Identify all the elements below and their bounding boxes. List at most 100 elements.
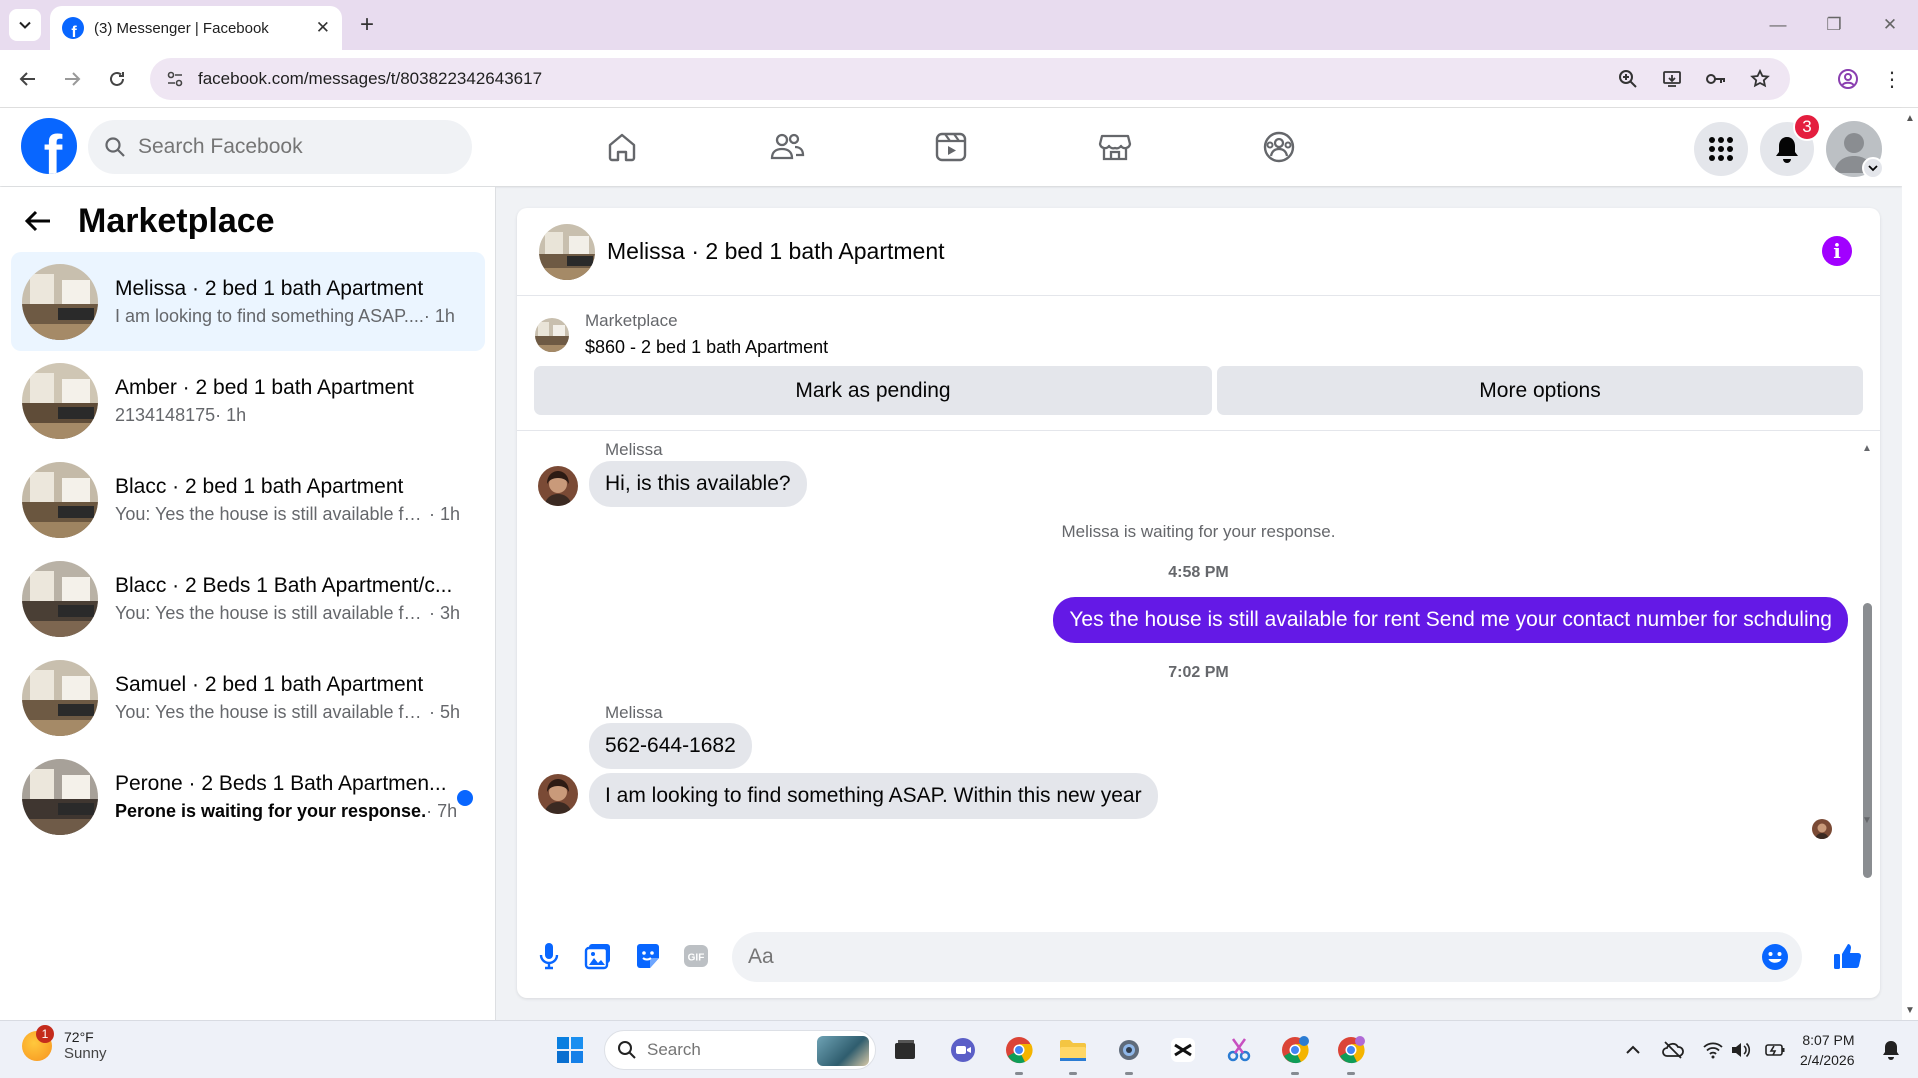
- incoming-message[interactable]: I am looking to find something ASAP. Wit…: [589, 773, 1158, 819]
- chrome-icon[interactable]: [1002, 1033, 1036, 1067]
- message-timestamp: 7:02 PM: [1168, 664, 1229, 681]
- site-info-icon[interactable]: [164, 68, 186, 90]
- new-tab-button[interactable]: +: [352, 10, 382, 40]
- conversation-thumbnail: [22, 461, 98, 538]
- windows-taskbar: 1 72°F Sunny Search 8:07 PM 2/4/2026: [0, 1020, 1918, 1078]
- conversation-item[interactable]: Blacc · 2 Beds 1 Bath Apartment/c... You:…: [11, 549, 485, 648]
- clock-time: 8:07 PM: [1802, 1032, 1855, 1048]
- browser-menu-icon[interactable]: ⋮: [1876, 63, 1908, 95]
- emoji-icon[interactable]: [1760, 942, 1790, 972]
- back-arrow-icon[interactable]: [24, 201, 64, 241]
- incoming-message[interactable]: 562-644-1682: [589, 723, 752, 769]
- listing-category: Marketplace: [585, 311, 678, 330]
- mark-as-pending-button[interactable]: Mark as pending: [534, 366, 1212, 415]
- page-scrollbar[interactable]: ▲ ▼: [1902, 108, 1918, 1020]
- search-highlight-image: [817, 1036, 869, 1066]
- reload-button[interactable]: [101, 63, 133, 95]
- conversation-item[interactable]: Blacc · 2 bed 1 bath Apartment You: Yes t…: [11, 450, 485, 549]
- task-view-icon[interactable]: [888, 1033, 922, 1067]
- conversation-name: Amber · 2 bed 1 bath Apartment: [115, 375, 414, 399]
- tab-search-button[interactable]: [9, 9, 41, 41]
- gif-icon[interactable]: GIF: [681, 941, 711, 971]
- message-input[interactable]: [748, 945, 1760, 969]
- close-window-icon[interactable]: ✕: [1862, 0, 1918, 50]
- taskbar-search-box[interactable]: [604, 1030, 876, 1070]
- cloud-offline-icon[interactable]: [1660, 1037, 1686, 1063]
- nav-video[interactable]: [930, 126, 972, 168]
- restore-icon[interactable]: ❐: [1806, 0, 1862, 50]
- sticker-icon[interactable]: [633, 941, 663, 971]
- chrome-profile-icon[interactable]: [1334, 1033, 1368, 1067]
- snipping-tool-icon[interactable]: [1222, 1033, 1256, 1067]
- password-key-icon[interactable]: [1702, 65, 1730, 93]
- listing-summary[interactable]: Marketplace $860 - 2 bed 1 bath Apartmen…: [535, 311, 828, 358]
- microphone-icon[interactable]: [534, 941, 564, 971]
- clock-date: 2/4/2026: [1800, 1052, 1855, 1068]
- groups-icon: [1263, 131, 1295, 163]
- wifi-icon[interactable]: [1700, 1037, 1726, 1063]
- browser-profile-icon[interactable]: [1832, 63, 1864, 95]
- bookmark-star-icon[interactable]: [1746, 65, 1774, 93]
- conversation-item[interactable]: Melissa · 2 bed 1 bath Apartment I am loo…: [11, 252, 485, 351]
- notification-bell-icon[interactable]: [1878, 1037, 1904, 1063]
- url-text[interactable]: facebook.com/messages/t/803822342643617: [198, 69, 1614, 89]
- thumbs-up-like-icon[interactable]: [1832, 941, 1862, 971]
- sender-name: Melissa: [605, 440, 663, 459]
- back-button[interactable]: [12, 63, 44, 95]
- minimize-icon[interactable]: —: [1750, 0, 1806, 50]
- running-indicator: [1069, 1072, 1077, 1075]
- conversation-item[interactable]: Perone · 2 Beds 1 Bath Apartmen... Perone…: [11, 747, 485, 846]
- conversation-item[interactable]: Amber · 2 bed 1 bath Apartment 2134148175…: [11, 351, 485, 450]
- windows-start-icon[interactable]: [553, 1033, 587, 1067]
- address-bar[interactable]: facebook.com/messages/t/803822342643617: [150, 58, 1790, 100]
- running-indicator: [1015, 1072, 1023, 1075]
- listing-thumbnail[interactable]: [539, 223, 595, 280]
- facebook-search-box[interactable]: [88, 120, 472, 174]
- install-app-icon[interactable]: [1658, 65, 1686, 93]
- info-icon[interactable]: i: [1822, 236, 1852, 266]
- sun-weather-icon: 1: [22, 1024, 54, 1061]
- page-scroll-down-icon[interactable]: ▼: [1905, 1005, 1915, 1016]
- sender-avatar[interactable]: [538, 774, 578, 814]
- scroll-down-arrow-icon[interactable]: ▼: [1860, 815, 1874, 826]
- nav-groups[interactable]: [1258, 126, 1300, 168]
- nav-friends[interactable]: [766, 126, 808, 168]
- facebook-search-input[interactable]: [138, 135, 438, 159]
- message-scrollbar[interactable]: ▲ ▼: [1860, 443, 1874, 913]
- browser-tab[interactable]: f (3) Messenger | Facebook ✕: [50, 6, 342, 50]
- system-clock[interactable]: 8:07 PM 2/4/2026: [1800, 1030, 1855, 1070]
- file-explorer-icon[interactable]: [1056, 1033, 1090, 1067]
- conversation-item[interactable]: Samuel · 2 bed 1 bath Apartment You: Yes …: [11, 648, 485, 747]
- weather-widget[interactable]: 1 72°F Sunny: [22, 1024, 107, 1062]
- settings-gear-icon[interactable]: [1112, 1033, 1146, 1067]
- page-scroll-up-icon[interactable]: ▲: [1905, 113, 1915, 124]
- sender-avatar[interactable]: [538, 466, 578, 506]
- zoom-icon[interactable]: [1614, 65, 1642, 93]
- conversation-snippet: I am looking to find something ASAP....: [115, 305, 424, 326]
- outgoing-message[interactable]: Yes the house is still available for ren…: [1053, 597, 1848, 643]
- conversation-snippet: You: Yes the house is still available fo…: [115, 503, 429, 524]
- message-composer: GIF: [517, 926, 1880, 986]
- volume-icon[interactable]: [1728, 1037, 1754, 1063]
- message-thread: Melissa Hi, is this available? Melissa i…: [517, 430, 1880, 918]
- capcut-icon[interactable]: [1166, 1033, 1200, 1067]
- scroll-up-arrow-icon[interactable]: ▲: [1860, 443, 1874, 454]
- facebook-logo-icon[interactable]: f: [21, 118, 77, 174]
- meet-app-icon[interactable]: [946, 1033, 980, 1067]
- menu-button[interactable]: [1694, 122, 1748, 176]
- facebook-header: f 3: [0, 108, 1902, 186]
- more-options-button[interactable]: More options: [1217, 366, 1863, 415]
- message-input-box[interactable]: [732, 932, 1802, 982]
- forward-button[interactable]: [56, 63, 88, 95]
- nav-marketplace[interactable]: [1094, 126, 1136, 168]
- account-menu-chevron-icon[interactable]: [1862, 157, 1884, 179]
- close-tab-icon[interactable]: ✕: [316, 18, 330, 38]
- photo-attach-icon[interactable]: [583, 941, 613, 971]
- battery-icon[interactable]: [1762, 1037, 1788, 1063]
- show-hidden-icons-chevron-icon[interactable]: [1620, 1037, 1646, 1063]
- taskbar-search-input[interactable]: [647, 1040, 807, 1060]
- incoming-message[interactable]: Hi, is this available?: [589, 461, 807, 507]
- nav-home[interactable]: [601, 126, 643, 168]
- chrome-profile-icon[interactable]: [1278, 1033, 1312, 1067]
- scrollbar-thumb[interactable]: [1863, 603, 1872, 878]
